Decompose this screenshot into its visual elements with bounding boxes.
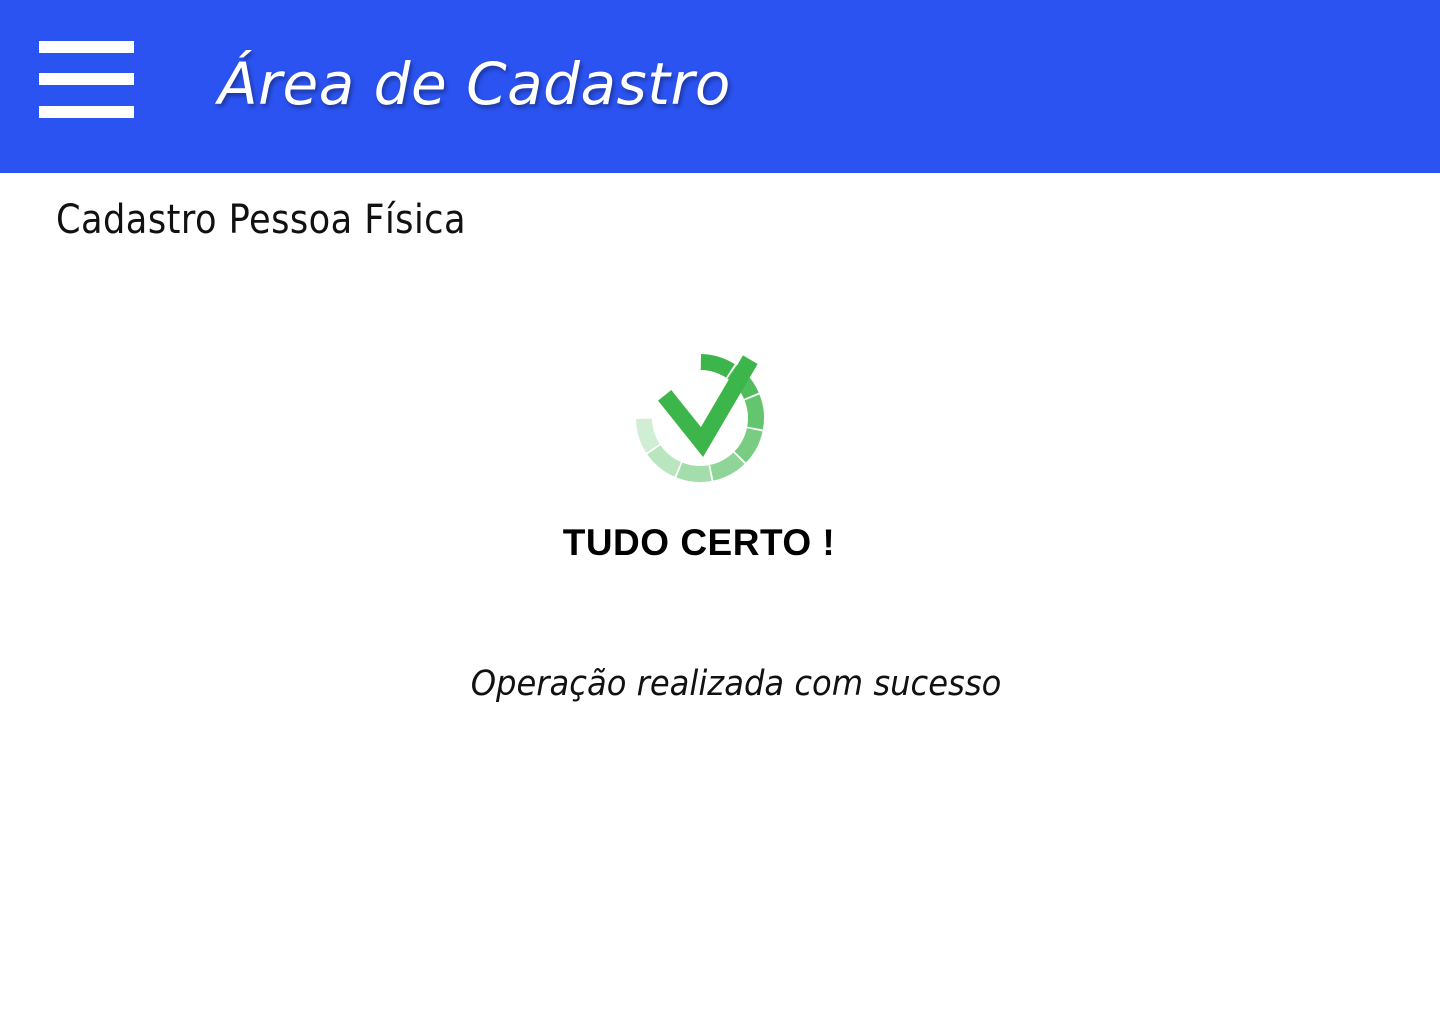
- check-circle-icon: [636, 354, 764, 482]
- app-title: Área de Cadastro: [218, 50, 731, 118]
- page-title: Cadastro Pessoa Física: [56, 197, 466, 243]
- menu-icon-bar-bottom: [39, 106, 134, 118]
- ring-segment: [700, 354, 735, 378]
- hamburger-menu-button[interactable]: [39, 41, 134, 119]
- ring-segment: [710, 452, 745, 481]
- ring-segment: [676, 462, 712, 482]
- ring-segment: [744, 394, 764, 430]
- menu-icon-bar-top: [39, 41, 134, 53]
- checkmark-icon: [658, 355, 758, 457]
- success-heading: TUDO CERTO !: [562, 522, 836, 563]
- menu-icon-bar-middle: [39, 73, 134, 85]
- ring-segment: [647, 445, 681, 477]
- success-message: Operação realizada com sucesso: [470, 664, 1002, 704]
- ring-segment: [636, 418, 660, 453]
- ring-segment: [734, 428, 763, 463]
- app-header: Área de Cadastro: [0, 0, 1440, 173]
